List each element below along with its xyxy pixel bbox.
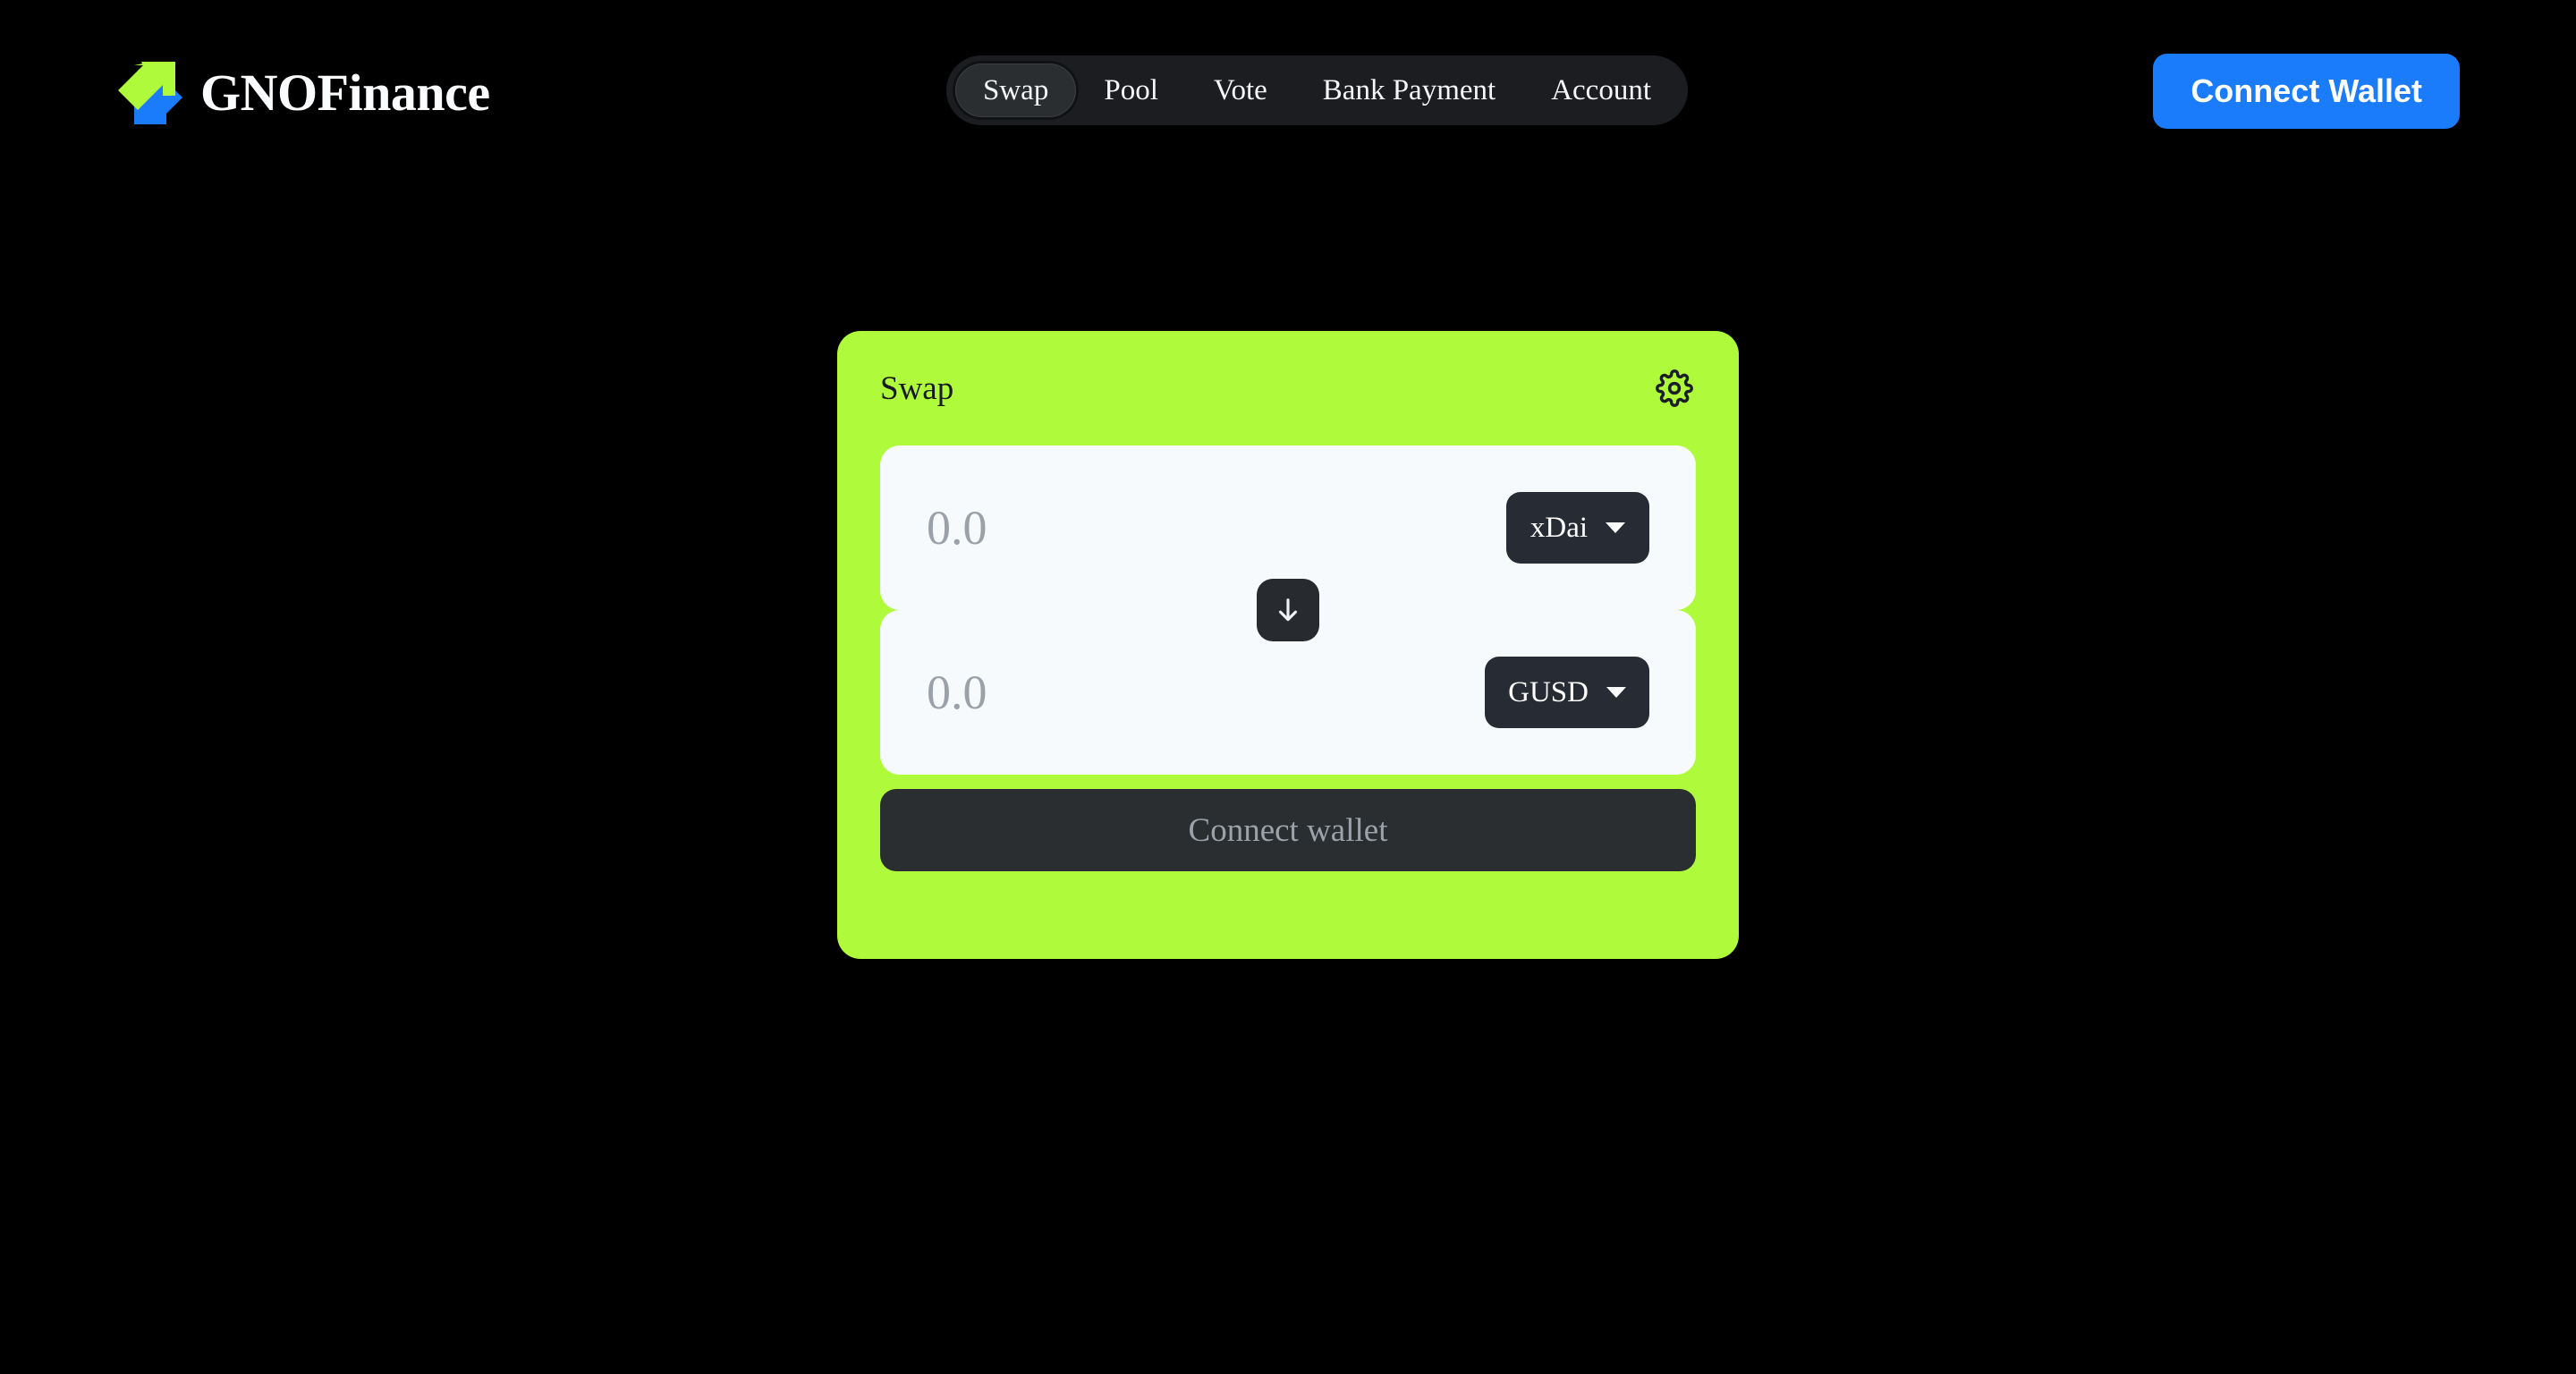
settings-button[interactable]	[1653, 367, 1696, 410]
amount-input-to[interactable]	[927, 665, 1481, 720]
swap-connect-wallet-button[interactable]: Connect wallet	[880, 789, 1696, 871]
chevron-down-icon	[1606, 687, 1626, 698]
nav-item-pool[interactable]: Pool	[1076, 64, 1186, 117]
nav-item-vote[interactable]: Vote	[1186, 64, 1295, 117]
main-nav: Swap Pool Vote Bank Payment Account	[946, 55, 1688, 125]
token-select-from[interactable]: xDai	[1506, 492, 1649, 564]
app-header: GNOFinance Swap Pool Vote Bank Payment A…	[0, 0, 2576, 186]
swap-card-header: Swap	[880, 331, 1696, 445]
chevron-down-icon	[1606, 522, 1626, 533]
nav-item-swap[interactable]: Swap	[955, 64, 1077, 117]
nav-item-bank-payment[interactable]: Bank Payment	[1295, 64, 1523, 117]
swap-rows: xDai GUSD	[880, 445, 1696, 775]
connect-wallet-button[interactable]: Connect Wallet	[2153, 54, 2460, 129]
gear-icon	[1656, 369, 1693, 407]
double-arrow-logo-icon	[118, 62, 182, 124]
swap-card: Swap xDai GUSD	[837, 331, 1739, 959]
swap-direction-button[interactable]	[1257, 579, 1319, 641]
swap-card-title: Swap	[880, 369, 954, 407]
nav-item-account[interactable]: Account	[1523, 64, 1679, 117]
brand-name: GNOFinance	[200, 64, 490, 122]
brand[interactable]: GNOFinance	[116, 50, 490, 136]
arrow-down-icon	[1278, 598, 1298, 622]
token-select-to[interactable]: GUSD	[1485, 657, 1649, 728]
token-select-to-label: GUSD	[1508, 675, 1589, 708]
amount-input-from[interactable]	[927, 500, 1481, 556]
token-select-from-label: xDai	[1530, 511, 1589, 544]
